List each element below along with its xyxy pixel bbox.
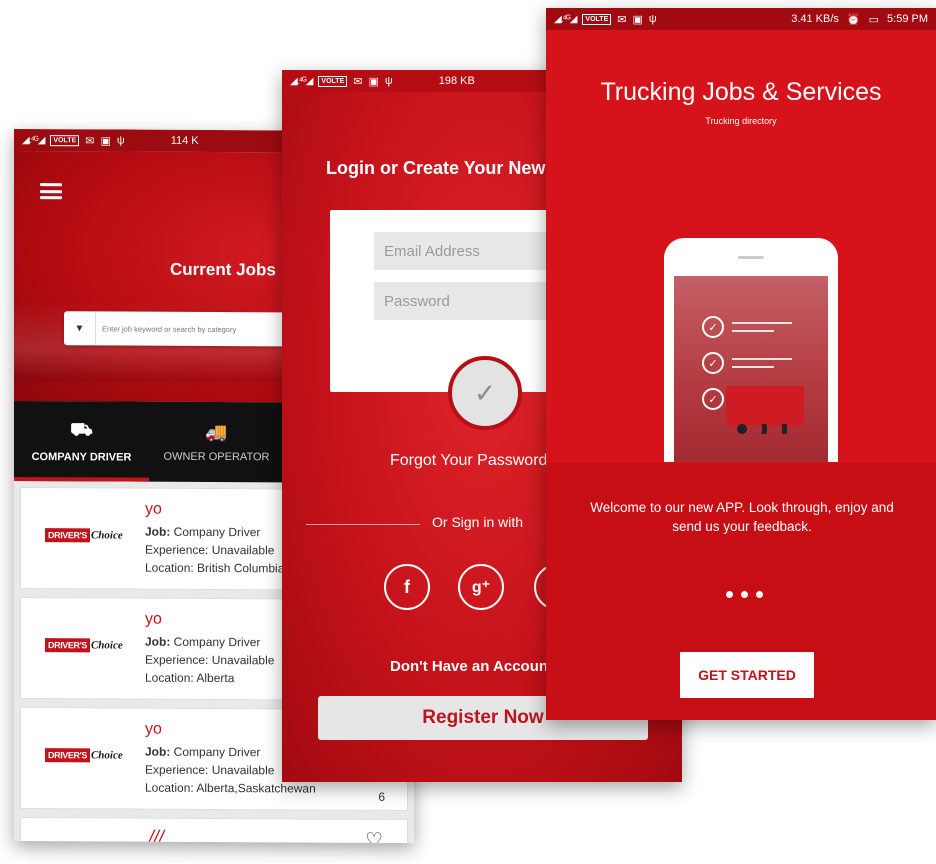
alarm-icon: ⏰ [846, 13, 861, 26]
get-started-button[interactable]: GET STARTED [680, 652, 814, 698]
dot[interactable] [741, 591, 748, 598]
mail-icon: ✉ [353, 75, 363, 88]
company-logo-icon: /// [149, 826, 165, 844]
battery-icon: ▭ [868, 13, 880, 26]
job-experience: Experience: Unavailable [145, 652, 275, 668]
job-location: Location: Alberta [145, 670, 235, 686]
network-speed: 114 K [170, 134, 199, 147]
or-sign-in-label: Or Sign in with [432, 514, 524, 530]
page-title: Current Jobs [170, 259, 276, 280]
job-title: yo [145, 720, 162, 738]
job-type: Job: Company Driver [145, 525, 260, 540]
submit-check-button[interactable]: ✓ [448, 356, 522, 430]
app-subtitle: Trucking directory [705, 116, 777, 126]
company-logo: DRIVER'S Choice [45, 528, 123, 543]
facebook-button[interactable]: f [384, 564, 430, 610]
gallery-icon: ▣ [100, 134, 111, 147]
login-card: Email Address Password [330, 210, 560, 392]
status-right: 3.41 KB/s ⏰ ▭ 5:59 PM [791, 13, 928, 26]
clock: 5:59 PM [887, 12, 928, 25]
job-location: Location: Alberta,Saskatchewan [145, 780, 316, 796]
volte-badge: VOLTE [582, 13, 612, 25]
email-field[interactable]: Email Address [374, 232, 554, 270]
truck-front-icon: ⛟ [70, 419, 93, 440]
check-circle-icon: ✓ [702, 388, 724, 410]
signal-icon: ◢.⁴ᴳ◢ [22, 134, 45, 146]
job-count-badge: 6 [378, 789, 385, 804]
check-circle-icon: ✓ [702, 316, 724, 338]
job-type-label: Job: [145, 524, 171, 539]
forgot-password-link[interactable]: Forgot Your Password? [390, 452, 556, 470]
job-type-label: Job: [145, 634, 171, 649]
app-title: Trucking Jobs & Services [600, 78, 882, 106]
menu-icon[interactable] [40, 183, 62, 200]
check-circle-icon: ✓ [702, 352, 724, 374]
job-type: Job: Company Driver [145, 745, 260, 760]
illustration-line [732, 322, 792, 324]
check-icon: ✓ [474, 377, 496, 408]
usb-icon: ψ [384, 75, 393, 87]
heart-icon[interactable]: ♡ [365, 828, 383, 843]
illustration-line [732, 358, 792, 360]
google-plus-button[interactable]: g⁺ [458, 564, 504, 610]
job-location: Location: British Columbia [145, 560, 285, 576]
logo-text: DRIVER'S [45, 528, 90, 543]
volte-badge: VOLTE [50, 134, 80, 146]
job-title: yo [145, 610, 162, 628]
truck-icon [726, 386, 804, 434]
tab-label: COMPANY DRIVER [31, 451, 132, 464]
mail-icon: ✉ [617, 13, 627, 26]
illustration-line [732, 366, 774, 368]
illustration-line [732, 330, 774, 332]
password-field[interactable]: Password [374, 282, 554, 320]
page-indicator [726, 591, 763, 598]
phone-screen-illustration: ✓ ✓ ✓ [674, 276, 828, 462]
job-title: yo [145, 500, 162, 518]
facebook-icon: f [404, 576, 410, 597]
status-bar: ◢.⁴ᴳ◢ VOLTE ✉ ▣ ψ 3.41 KB/s ⏰ ▭ 5:59 PM [546, 8, 936, 30]
dot[interactable] [756, 591, 763, 598]
network-speed: 3.41 KB/s [791, 12, 839, 25]
welcome-screen: ◢.⁴ᴳ◢ VOLTE ✉ ▣ ψ 3.41 KB/s ⏰ ▭ 5:59 PM … [546, 8, 936, 720]
usb-icon: ψ [116, 134, 125, 147]
phone-illustration: ✓ ✓ ✓ [664, 238, 838, 462]
logo-text: DRIVER'S [45, 748, 90, 763]
tab-label: OWNER OPERATOR [163, 450, 270, 463]
no-account-label: Don't Have an Account? [390, 658, 563, 675]
gallery-icon: ▣ [632, 13, 643, 26]
list-item[interactable]: /// ♡ [20, 816, 408, 844]
job-type-value: Company Driver [170, 744, 261, 760]
job-experience: Experience: Unavailable [145, 762, 275, 778]
usb-icon: ψ [648, 13, 657, 25]
dot[interactable] [726, 591, 733, 598]
job-type-value: Company Driver [170, 634, 261, 650]
tab-company-driver[interactable]: ⛟ COMPANY DRIVER [14, 401, 149, 482]
company-logo: DRIVER'S Choice [45, 748, 123, 763]
logo-text: Choice [90, 639, 123, 652]
logo-text: DRIVER'S [45, 638, 90, 653]
job-type-value: Company Driver [170, 524, 261, 540]
truck-side-icon: 🚚 [205, 421, 228, 442]
gallery-icon: ▣ [368, 75, 379, 88]
logo-text: Choice [90, 749, 123, 762]
job-type-label: Job: [145, 744, 171, 759]
google-plus-icon: g⁺ [471, 579, 491, 596]
speaker [738, 256, 764, 259]
category-dropdown-icon[interactable]: ▼ [64, 311, 96, 346]
signal-icon: ◢.⁴ᴳ◢ [554, 13, 577, 25]
volte-badge: VOLTE [318, 75, 348, 87]
company-logo: DRIVER'S Choice [45, 638, 123, 653]
signal-icon: ◢.⁴ᴳ◢ [290, 75, 313, 87]
tab-owner-operator[interactable]: 🚚 OWNER OPERATOR [149, 402, 284, 483]
mail-icon: ✉ [85, 134, 95, 147]
job-type: Job: Company Driver [145, 635, 260, 650]
job-experience: Experience: Unavailable [145, 542, 275, 558]
network-speed: 198 KB [438, 75, 475, 87]
welcome-text: Welcome to our new APP. Look through, en… [590, 500, 894, 534]
logo-text: Choice [90, 529, 123, 542]
divider [306, 524, 420, 525]
